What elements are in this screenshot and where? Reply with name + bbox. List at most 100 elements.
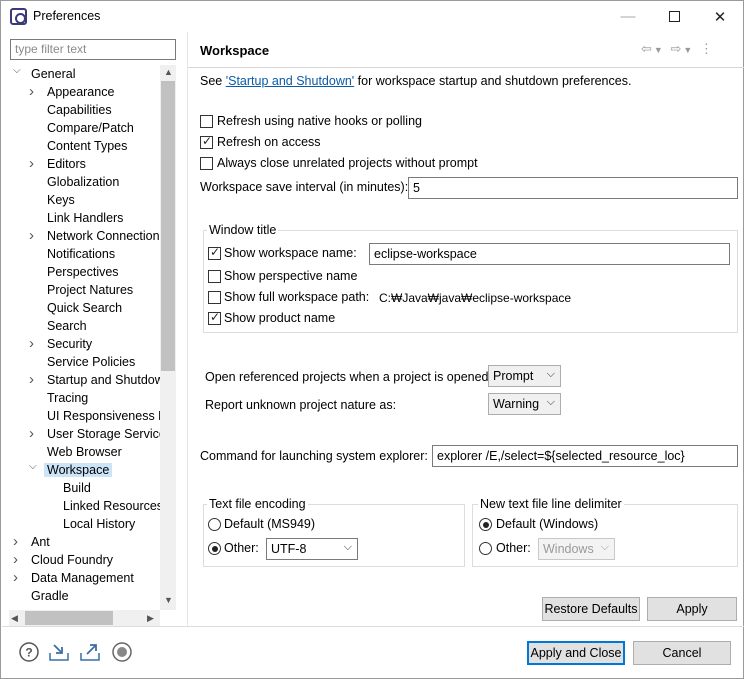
tree-item-compare-patch[interactable]: Compare/Patch xyxy=(47,119,134,137)
tree-item-build[interactable]: Build xyxy=(63,479,91,497)
encoding-group-label: Text file encoding xyxy=(207,497,308,511)
title-separator xyxy=(188,67,744,68)
cancel-button[interactable]: Cancel xyxy=(633,641,731,665)
delimiter-other-radio[interactable] xyxy=(479,542,492,555)
scroll-left-icon[interactable]: ◀ xyxy=(11,613,18,624)
record-icon[interactable] xyxy=(111,641,133,663)
tree-item-label: Local History xyxy=(63,517,136,531)
tree-item-appearance[interactable]: Appearance xyxy=(47,83,114,101)
tree-item-service-policies[interactable]: Service Policies xyxy=(47,353,135,371)
collapse-arrow-icon[interactable]: ⌵ xyxy=(13,65,21,83)
forward-arrow-icon[interactable]: ⇨ xyxy=(670,41,683,56)
tree-item-label: Globalization xyxy=(47,175,120,189)
tree-item-general[interactable]: General xyxy=(31,65,75,83)
show-product-checkbox[interactable] xyxy=(208,310,221,325)
tree-item-label: UI Responsiveness M xyxy=(47,409,160,423)
panel-divider[interactable] xyxy=(187,32,188,626)
tree-item-startup-and-shutdow[interactable]: Startup and Shutdow xyxy=(47,371,160,389)
tree-item-linked-resources[interactable]: Linked Resources xyxy=(63,497,160,515)
tree-item-local-history[interactable]: Local History xyxy=(63,515,135,533)
forward-menu-icon[interactable]: ▼ xyxy=(683,45,694,55)
tree-item-tracing[interactable]: Tracing xyxy=(47,389,88,407)
tree-vertical-scroll-thumb[interactable] xyxy=(161,81,175,371)
expand-arrow-icon[interactable]: › xyxy=(13,551,21,569)
scroll-right-icon[interactable]: ▶ xyxy=(147,613,154,624)
open-referenced-select[interactable]: Prompt ⌵ xyxy=(488,365,561,387)
show-workspace-name-checkbox[interactable] xyxy=(208,245,221,260)
tree-item-label: Cloud Foundry xyxy=(31,553,113,567)
export-icon[interactable] xyxy=(79,641,101,663)
tree-item-ui-responsiveness-m[interactable]: UI Responsiveness M xyxy=(47,407,160,425)
always-close-checkbox[interactable] xyxy=(200,157,213,170)
expand-arrow-icon[interactable]: › xyxy=(29,371,37,389)
collapse-arrow-icon[interactable]: ⌵ xyxy=(29,461,37,479)
tree-item-link-handlers[interactable]: Link Handlers xyxy=(47,209,123,227)
tree-item-gradle[interactable]: Gradle xyxy=(31,587,69,605)
workspace-name-input[interactable]: eclipse-workspace xyxy=(369,243,730,265)
encoding-other-label: Other: xyxy=(224,541,259,555)
tree-item-notifications[interactable]: Notifications xyxy=(47,245,115,263)
maximize-button[interactable] xyxy=(651,1,697,32)
expand-arrow-icon[interactable]: › xyxy=(29,227,37,245)
preference-tree: ⌵ General › Appearance Capabilities Compare/P… xyxy=(9,65,160,610)
refresh-access-checkbox[interactable] xyxy=(200,134,213,149)
tree-horizontal-scroll-thumb[interactable] xyxy=(25,611,113,625)
scroll-down-icon[interactable]: ▼ xyxy=(164,595,173,605)
report-nature-value: Warning xyxy=(493,397,540,411)
show-perspective-label: Show perspective name xyxy=(224,269,358,283)
tree-item-keys[interactable]: Keys xyxy=(47,191,75,209)
tree-item-user-storage-service[interactable]: User Storage Service xyxy=(47,425,160,443)
save-interval-input[interactable]: 5 xyxy=(408,177,738,199)
back-arrow-icon[interactable]: ⇦ xyxy=(641,41,654,56)
show-perspective-checkbox[interactable] xyxy=(208,270,221,283)
show-full-path-checkbox[interactable] xyxy=(208,291,221,304)
expand-arrow-icon[interactable]: › xyxy=(29,155,37,173)
tree-item-network-connection[interactable]: Network Connection xyxy=(47,227,160,245)
encoding-other-select[interactable]: UTF-8 ⌵ xyxy=(266,538,358,560)
refresh-native-checkbox[interactable] xyxy=(200,115,213,128)
tree-item-label: Quick Search xyxy=(47,301,123,315)
tree-item-data-management[interactable]: Data Management xyxy=(31,569,134,587)
expand-arrow-icon[interactable]: › xyxy=(29,83,37,101)
tree-item-label: Search xyxy=(47,319,87,333)
tree-item-web-browser[interactable]: Web Browser xyxy=(47,443,122,461)
filter-input[interactable]: type filter text xyxy=(10,39,176,60)
close-button[interactable]: ✕ xyxy=(697,1,743,32)
view-menu-icon[interactable]: ⋮ xyxy=(700,41,715,56)
expand-arrow-icon[interactable]: › xyxy=(29,335,37,353)
tree-item-label: Keys xyxy=(47,193,75,207)
command-input[interactable]: explorer /E,/select=${selected_resource_… xyxy=(432,445,738,467)
delimiter-default-radio[interactable] xyxy=(479,518,492,531)
chevron-down-icon: ⌵ xyxy=(343,541,352,553)
tree-item-capabilities[interactable]: Capabilities xyxy=(47,101,112,119)
tree-item-project-natures[interactable]: Project Natures xyxy=(47,281,133,299)
expand-arrow-icon[interactable]: › xyxy=(13,533,21,551)
tree-item-quick-search[interactable]: Quick Search xyxy=(47,299,122,317)
expand-arrow-icon[interactable]: › xyxy=(13,569,21,587)
tree-item-workspace[interactable]: Workspace xyxy=(44,461,113,479)
tree-item-perspectives[interactable]: Perspectives xyxy=(47,263,119,281)
delimiter-group-label: New text file line delimiter xyxy=(478,497,624,511)
tree-item-content-types[interactable]: Content Types xyxy=(47,137,127,155)
report-nature-select[interactable]: Warning ⌵ xyxy=(488,393,561,415)
apply-button[interactable]: Apply xyxy=(647,597,737,621)
tree-item-security[interactable]: Security xyxy=(47,335,92,353)
tree-item-ant[interactable]: Ant xyxy=(31,533,50,551)
minimize-button[interactable]: — xyxy=(605,1,651,32)
description-suffix: for workspace startup and shutdown prefe… xyxy=(354,74,632,88)
back-menu-icon[interactable]: ▼ xyxy=(654,45,665,55)
encoding-default-radio[interactable] xyxy=(208,518,221,531)
tree-item-label: Editors xyxy=(47,157,86,171)
import-icon[interactable] xyxy=(48,641,70,663)
expand-arrow-icon[interactable]: › xyxy=(29,425,37,443)
tree-item-globalization[interactable]: Globalization xyxy=(47,173,119,191)
help-icon[interactable]: ? xyxy=(18,641,40,663)
scroll-up-icon[interactable]: ▲ xyxy=(164,67,173,77)
tree-item-search[interactable]: Search xyxy=(47,317,87,335)
tree-item-cloud-foundry[interactable]: Cloud Foundry xyxy=(31,551,113,569)
startup-shutdown-link[interactable]: 'Startup and Shutdown' xyxy=(226,74,354,88)
restore-defaults-button[interactable]: Restore Defaults xyxy=(542,597,640,621)
tree-item-editors[interactable]: Editors xyxy=(47,155,86,173)
apply-and-close-button[interactable]: Apply and Close xyxy=(527,641,625,665)
encoding-other-radio[interactable] xyxy=(208,542,221,555)
